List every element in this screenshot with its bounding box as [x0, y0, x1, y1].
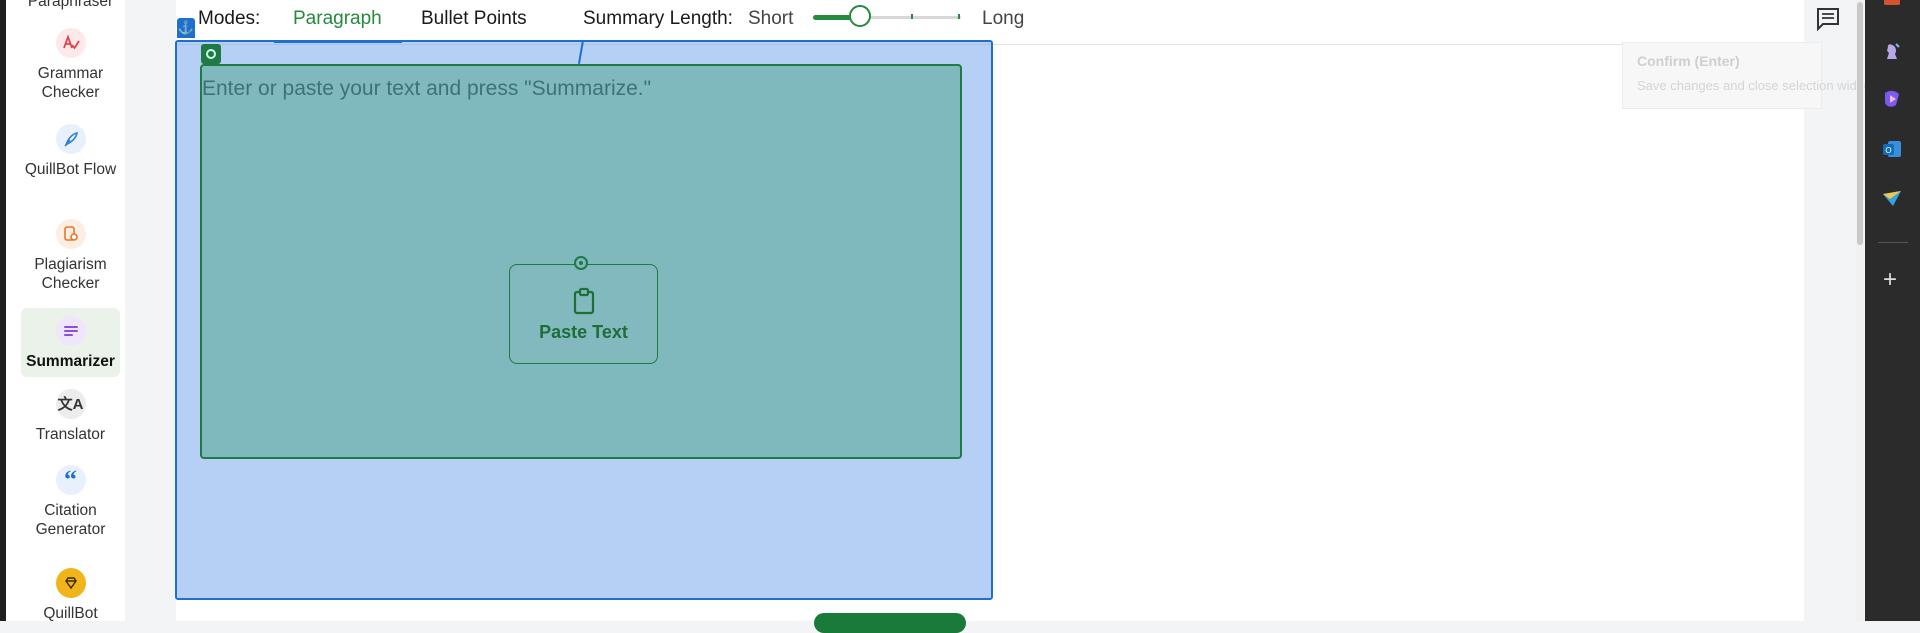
sidebar-item-label: Grammar Checker [37, 65, 104, 101]
sidebar-item-grammar-checker[interactable]: Grammar Checker [21, 28, 120, 102]
confirm-tooltip: Confirm (Enter) Save changes and close s… [1622, 42, 1875, 109]
sidebar-item-paraphraser[interactable]: Paraphraser [21, 0, 120, 11]
sidebar-item-label: Paraphraser [27, 0, 114, 10]
premium-diamond-icon [55, 568, 86, 598]
tooltip-title: Confirm (Enter) [1637, 53, 1740, 69]
comment-icon[interactable] [1815, 6, 1841, 37]
active-tab-underline [274, 40, 402, 43]
paste-text-label: Paste Text [539, 322, 628, 342]
sidebar-item-quillbot-flow[interactable]: QuillBot Flow [21, 124, 120, 179]
sidebar-item-label: Summarizer [26, 353, 115, 370]
summary-length-label: Summary Length: [583, 8, 733, 29]
left-sidebar: Paraphraser Grammar Checker QuillBot Flo… [0, 0, 125, 623]
office-app-icon[interactable] [1881, 0, 1903, 14]
chess-piece-icon[interactable] [1881, 40, 1903, 62]
scrollbar-thumb[interactable] [1857, 2, 1863, 245]
sidebar-item-citation-generator[interactable]: “ Citation Generator [21, 465, 120, 539]
tab-bullet-points[interactable]: Bullet Points [421, 8, 527, 30]
paste-text-button[interactable]: Paste Text [509, 264, 658, 364]
summarize-button[interactable] [814, 613, 966, 633]
outlook-icon[interactable]: O [1881, 138, 1903, 160]
anchor-icon[interactable]: ⚓ [177, 18, 195, 38]
sidebar-item-label: QuillBot Flow [24, 161, 117, 178]
slider-tick [911, 14, 913, 19]
tab-paragraph[interactable]: Paragraph [293, 8, 382, 30]
sidebar-item-label: Translator [35, 426, 106, 443]
quill-pen-icon [55, 124, 86, 154]
quote-icon: “ [55, 465, 86, 495]
input-placeholder: Enter or paste your text and press "Summ… [202, 77, 652, 100]
sidebar-item-translator[interactable]: 文A Translator [21, 389, 120, 444]
sidebar-item-plagiarism-checker[interactable]: Plagiarism Checker [21, 219, 120, 293]
slider-long-label: Long [982, 8, 1025, 29]
element-target-marker-icon [574, 256, 588, 270]
sidebar-item-quillbot-premium[interactable]: QuillBot [21, 568, 120, 623]
svg-text:O: O [1885, 146, 1891, 155]
clipboard-icon [571, 287, 597, 320]
sidebar-item-label: Citation Generator [35, 502, 106, 538]
sidebar-item-label: QuillBot [43, 605, 98, 622]
browser-sidebar-divider [1878, 242, 1908, 243]
copilot-icon[interactable] [1881, 88, 1903, 110]
plagiarism-icon [55, 219, 86, 249]
summary-length-slider-thumb[interactable] [849, 5, 871, 27]
drop-send-icon[interactable] [1881, 188, 1903, 210]
modes-label: Modes: [198, 8, 261, 29]
sidebar-item-summarizer[interactable]: Summarizer [21, 308, 120, 377]
sidebar-item-label: Plagiarism Checker [34, 256, 107, 292]
tooltip-description: Save changes and close selection widget [1637, 78, 1875, 93]
translator-icon: 文A [55, 389, 86, 419]
slider-tick [958, 14, 960, 19]
slider-short-label: Short [748, 8, 794, 29]
target-icon[interactable] [201, 44, 221, 64]
grammar-checker-icon [55, 28, 86, 58]
summarizer-icon [55, 316, 86, 346]
add-icon[interactable]: + [1883, 268, 1897, 292]
